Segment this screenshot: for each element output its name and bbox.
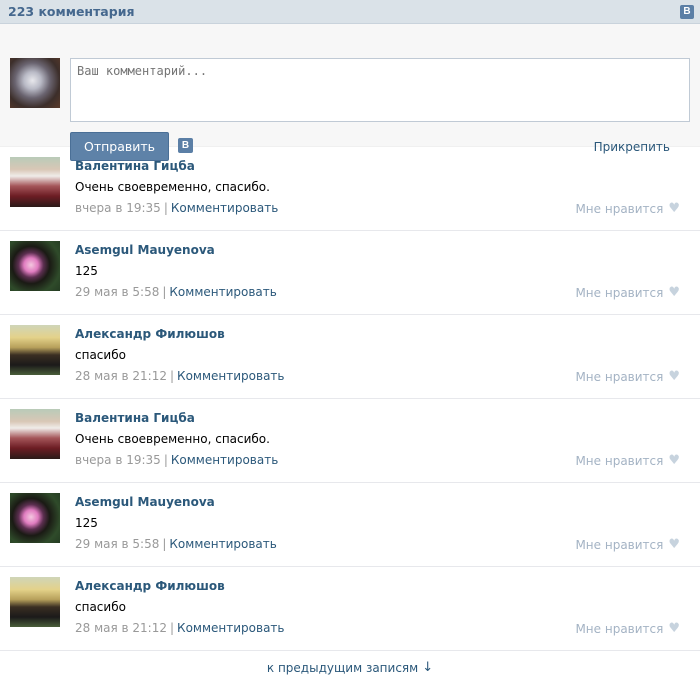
author-name[interactable]: Александр Филюшов [75, 327, 225, 341]
meta-separator: | [163, 201, 168, 215]
heart-icon: ♥ [668, 537, 680, 552]
comment-list: Валентина Гицба Очень своевременно, спас… [0, 147, 700, 651]
comment-item: Asemgul Mauyenova 125 29 мая в 5:58 | Комм… [0, 483, 700, 567]
comment-text: 125 [75, 264, 98, 278]
reply-link[interactable]: Комментировать [177, 369, 284, 383]
author-avatar[interactable] [10, 325, 60, 375]
author-name[interactable]: Валентина Гицба [75, 411, 195, 425]
like-label: Мне нравится [575, 537, 664, 552]
comment-item: Александр Филюшов спасибо 28 мая в 21:12… [0, 315, 700, 399]
comment-meta: 28 мая в 21:12 | Комментировать [75, 621, 284, 635]
comment-time[interactable]: 29 мая в 5:58 [75, 285, 159, 299]
comment-time[interactable]: 29 мая в 5:58 [75, 537, 159, 551]
comment-time[interactable]: вчера в 19:35 [75, 201, 161, 215]
reply-link[interactable]: Комментировать [171, 453, 278, 467]
comment-time[interactable]: 28 мая в 21:12 [75, 621, 167, 635]
comment-item: Валентина Гицба Очень своевременно, спас… [0, 399, 700, 483]
comment-item: Asemgul Mauyenova 125 29 мая в 5:58 | Комм… [0, 231, 700, 315]
like-button[interactable]: Мне нравится ♥ [575, 621, 680, 636]
comment-item: Валентина Гицба Очень своевременно, спас… [0, 147, 700, 231]
like-label: Мне нравится [575, 285, 664, 300]
comment-meta: 29 мая в 5:58 | Комментировать [75, 285, 277, 299]
meta-separator: | [170, 369, 175, 383]
heart-icon: ♥ [668, 201, 680, 216]
comments-header: 223 комментария В [0, 0, 700, 24]
reply-link[interactable]: Комментировать [171, 201, 278, 215]
comment-text: Очень своевременно, спасибо. [75, 180, 270, 194]
author-name[interactable]: Asemgul Mauyenova [75, 495, 215, 509]
author-avatar[interactable] [10, 577, 60, 627]
comment-meta: 28 мая в 21:12 | Комментировать [75, 369, 284, 383]
reply-link[interactable]: Комментировать [169, 537, 276, 551]
comment-meta: вчера в 19:35 | Комментировать [75, 201, 278, 215]
meta-separator: | [163, 453, 168, 467]
comment-compose: Отправить В Прикрепить [0, 24, 700, 161]
load-previous-label: к предыдущим записям [266, 660, 419, 675]
author-name[interactable]: Александр Филюшов [75, 579, 225, 593]
like-button[interactable]: Мне нравится ♥ [575, 453, 680, 468]
like-label: Мне нравится [575, 201, 664, 216]
comment-meta: 29 мая в 5:58 | Комментировать [75, 537, 277, 551]
author-avatar[interactable] [10, 409, 60, 459]
comment-input[interactable] [70, 58, 690, 122]
like-label: Мне нравится [575, 369, 664, 384]
author-name[interactable]: Валентина Гицба [75, 159, 195, 173]
author-avatar[interactable] [10, 493, 60, 543]
meta-separator: | [162, 285, 167, 299]
heart-icon: ♥ [668, 285, 680, 300]
comment-time[interactable]: вчера в 19:35 [75, 453, 161, 467]
vk-logo-icon[interactable]: В [680, 4, 694, 19]
like-button[interactable]: Мне нравится ♥ [575, 285, 680, 300]
heart-icon: ♥ [668, 369, 680, 384]
comment-text: 125 [75, 516, 98, 530]
like-button[interactable]: Мне нравится ♥ [575, 369, 680, 384]
like-label: Мне нравится [575, 453, 664, 468]
meta-separator: | [162, 537, 167, 551]
author-avatar[interactable] [10, 157, 60, 207]
comment-text: Очень своевременно, спасибо. [75, 432, 270, 446]
heart-icon: ♥ [668, 453, 680, 468]
load-previous-link[interactable]: к предыдущим записям ↓ [0, 651, 700, 684]
comment-count: 223 комментария [8, 4, 135, 19]
meta-separator: | [170, 621, 175, 635]
reply-link[interactable]: Комментировать [169, 285, 276, 299]
comment-meta: вчера в 19:35 | Комментировать [75, 453, 278, 467]
like-button[interactable]: Мне нравится ♥ [575, 201, 680, 216]
comment-item: Александр Филюшов спасибо 28 мая в 21:12… [0, 567, 700, 651]
heart-icon: ♥ [668, 621, 680, 636]
comment-time[interactable]: 28 мая в 21:12 [75, 369, 167, 383]
like-button[interactable]: Мне нравится ♥ [575, 537, 680, 552]
arrow-down-icon: ↓ [422, 660, 434, 675]
comment-text: спасибо [75, 600, 126, 614]
comment-text: спасибо [75, 348, 126, 362]
reply-link[interactable]: Комментировать [177, 621, 284, 635]
author-avatar[interactable] [10, 241, 60, 291]
author-name[interactable]: Asemgul Mauyenova [75, 243, 215, 257]
like-label: Мне нравится [575, 621, 664, 636]
current-user-avatar[interactable] [10, 58, 60, 108]
